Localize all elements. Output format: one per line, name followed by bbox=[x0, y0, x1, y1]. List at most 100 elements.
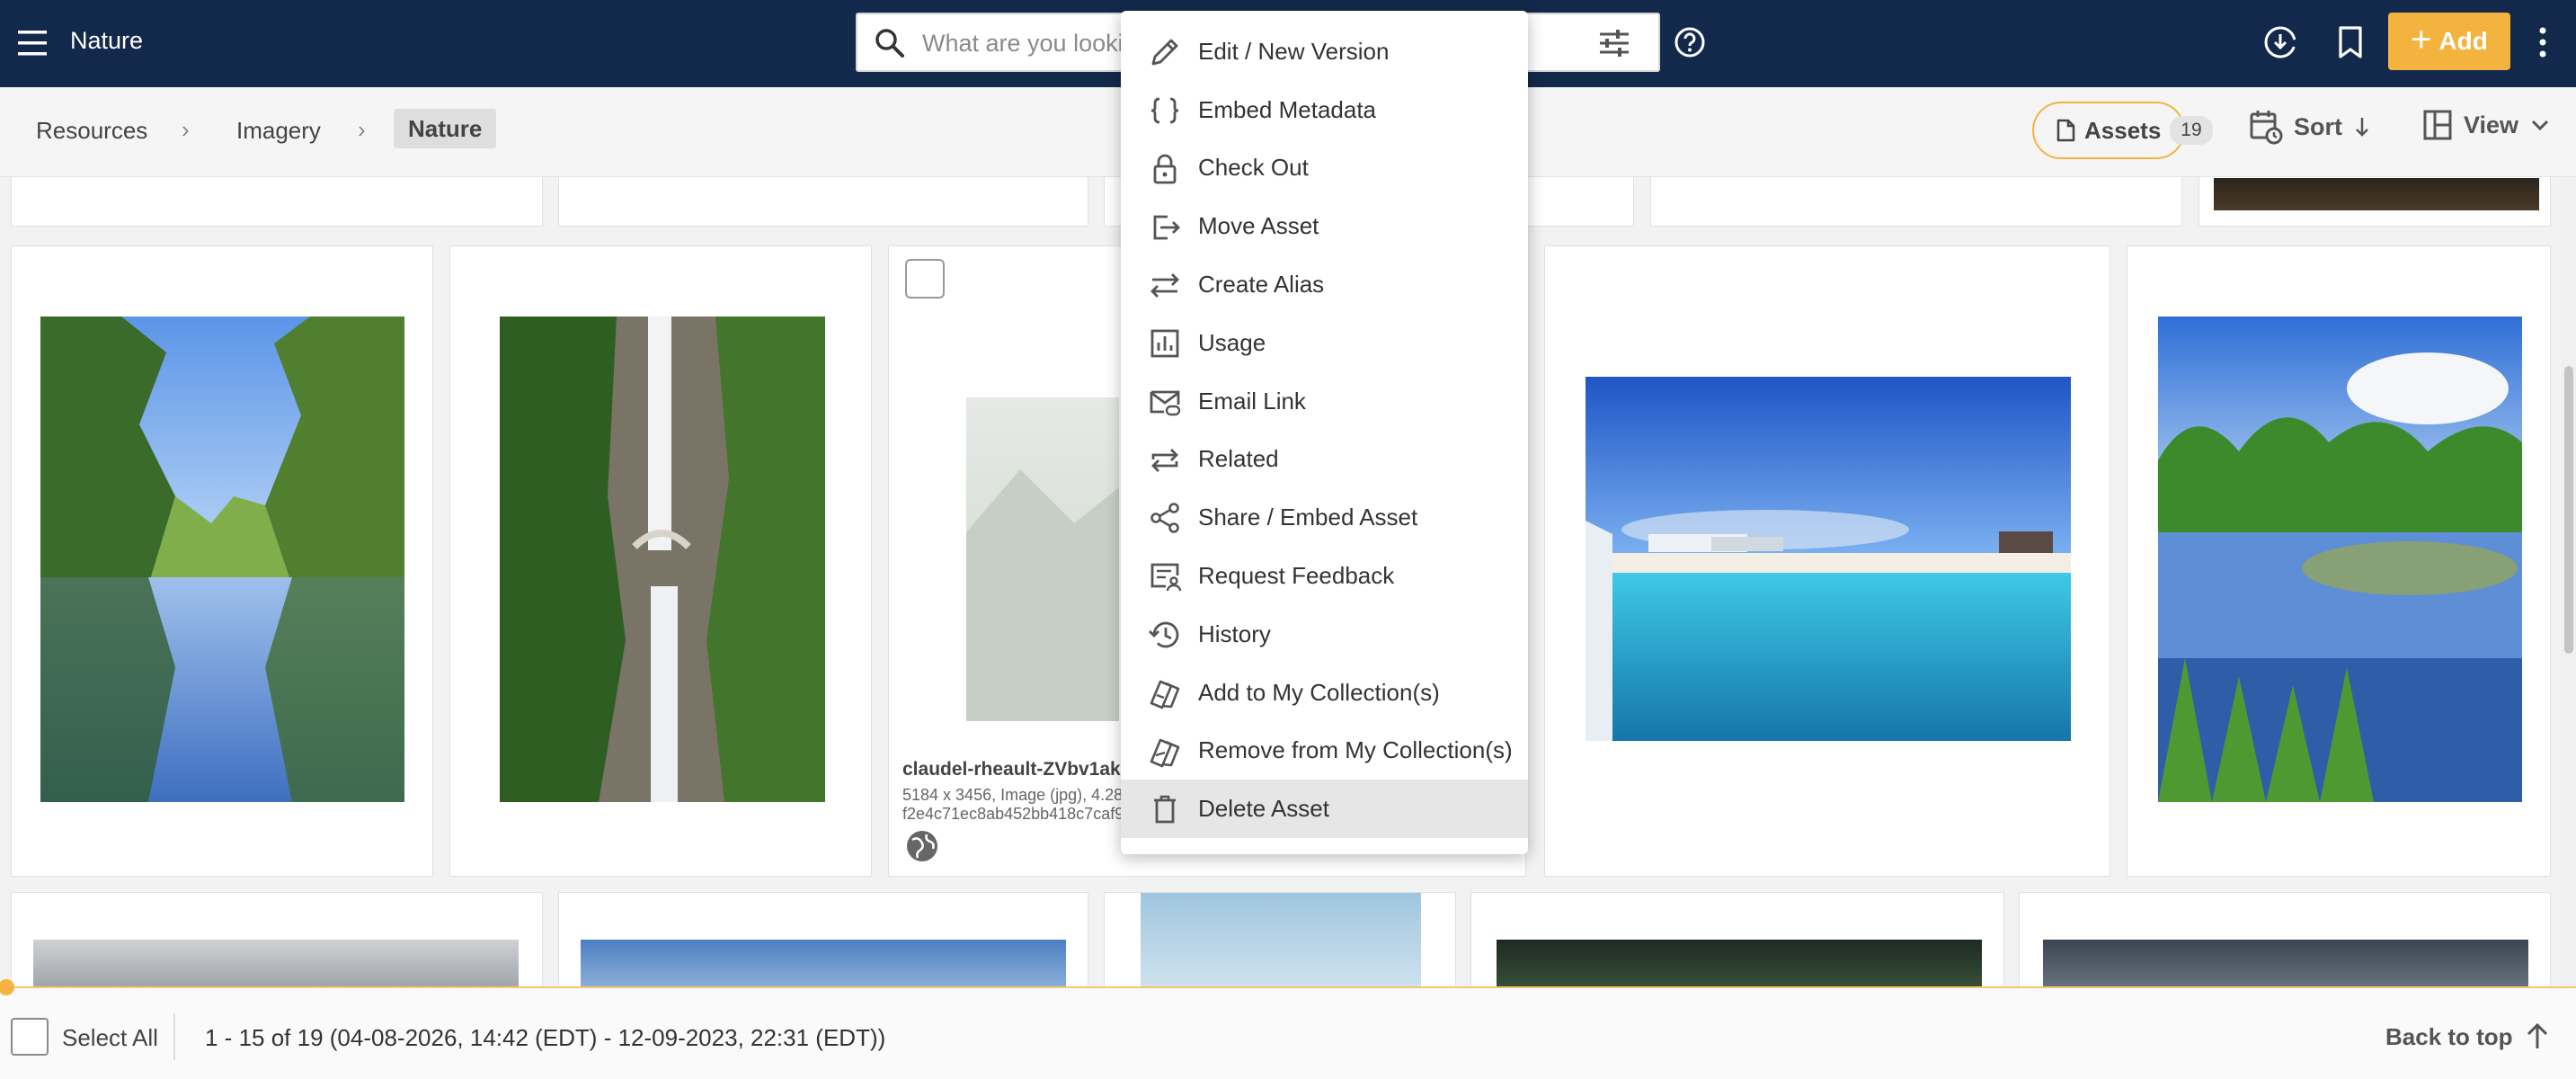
breadcrumb-current: Nature bbox=[394, 109, 497, 148]
asset-thumbnail[interactable] bbox=[581, 940, 1066, 986]
email-link-icon bbox=[1148, 385, 1182, 419]
hamburger-menu-icon[interactable] bbox=[16, 25, 50, 61]
bar-chart-icon bbox=[1148, 326, 1182, 361]
add-button[interactable]: + Add bbox=[2388, 13, 2510, 70]
feedback-icon bbox=[1148, 559, 1182, 593]
menu-item-label: Usage bbox=[1198, 328, 1266, 356]
asset-dimensions: 5184 x 3456, Image (jpg), 4.28 bbox=[902, 786, 1124, 804]
help-icon[interactable] bbox=[1672, 24, 1708, 60]
menu-item-share-embed-asset[interactable]: Share / Embed Asset bbox=[1121, 488, 1528, 547]
asset-thumbnail[interactable] bbox=[40, 317, 404, 802]
breadcrumb-resources[interactable]: Resources bbox=[36, 117, 147, 145]
asset-card[interactable] bbox=[558, 177, 1088, 227]
select-all-label[interactable]: Select All bbox=[62, 1024, 158, 1052]
assets-label: Assets bbox=[2084, 116, 2162, 144]
menu-item-check-out[interactable]: Check Out bbox=[1121, 139, 1528, 198]
asset-thumbnail[interactable] bbox=[1497, 940, 1982, 986]
pencil-icon bbox=[1148, 35, 1182, 69]
asset-card[interactable] bbox=[1544, 245, 2110, 877]
menu-item-usage[interactable]: Usage bbox=[1121, 314, 1528, 372]
asset-id: f2e4c71ec8ab452bb418c7caf9 bbox=[902, 805, 1124, 823]
globe-icon bbox=[905, 829, 939, 863]
filter-settings-icon[interactable] bbox=[1596, 27, 1632, 59]
back-to-top-label: Back to top bbox=[2385, 1022, 2513, 1050]
menu-item-remove-from-collections[interactable]: Remove from My Collection(s) bbox=[1121, 722, 1528, 780]
menu-item-label: Edit / New Version bbox=[1198, 37, 1390, 65]
menu-item-move-asset[interactable]: Move Asset bbox=[1121, 197, 1528, 255]
asset-card[interactable] bbox=[1470, 892, 2004, 986]
arrow-up-icon bbox=[2524, 1022, 2551, 1051]
grid-scrollbar[interactable] bbox=[2562, 177, 2576, 986]
assets-toggle-button[interactable]: Assets 19 bbox=[2032, 102, 2213, 159]
asset-thumbnail[interactable] bbox=[1586, 377, 2071, 741]
menu-item-label: Share / Embed Asset bbox=[1198, 504, 1418, 531]
asset-card[interactable] bbox=[11, 892, 543, 986]
result-range-text: 1 - 15 of 19 (04-08-2026, 14:42 (EDT) - … bbox=[205, 1024, 886, 1051]
asset-card[interactable] bbox=[11, 245, 433, 877]
bookmark-icon[interactable] bbox=[2334, 23, 2367, 61]
more-vertical-icon[interactable] bbox=[2536, 23, 2549, 61]
menu-item-label: Request Feedback bbox=[1198, 562, 1395, 590]
menu-item-create-alias[interactable]: Create Alias bbox=[1121, 255, 1528, 314]
asset-card[interactable] bbox=[2127, 245, 2551, 877]
asset-thumbnail[interactable] bbox=[2158, 317, 2522, 802]
view-button[interactable]: View bbox=[2422, 109, 2551, 141]
menu-item-edit-new-version[interactable]: Edit / New Version bbox=[1121, 22, 1528, 81]
menu-item-embed-metadata[interactable]: Embed Metadata bbox=[1121, 81, 1528, 139]
asset-card[interactable] bbox=[11, 177, 543, 227]
asset-card[interactable] bbox=[2198, 177, 2551, 227]
asset-card[interactable] bbox=[2019, 892, 2551, 986]
asset-card[interactable] bbox=[558, 892, 1088, 986]
menu-item-label: Related bbox=[1198, 445, 1279, 473]
calendar-sort-icon bbox=[2249, 109, 2283, 145]
menu-item-delete-asset[interactable]: Delete Asset bbox=[1121, 780, 1528, 839]
asset-card[interactable] bbox=[449, 245, 872, 877]
repeat-icon bbox=[1148, 443, 1182, 477]
asset-thumbnail[interactable] bbox=[1141, 893, 1421, 986]
asset-title[interactable]: claudel-rheault-ZVbv1ak bbox=[902, 759, 1121, 780]
file-icon bbox=[2056, 119, 2075, 142]
chevron-right-icon: › bbox=[358, 116, 366, 143]
select-all-checkbox[interactable] bbox=[11, 1018, 49, 1056]
menu-item-email-link[interactable]: Email Link bbox=[1121, 372, 1528, 431]
lock-icon bbox=[1148, 152, 1182, 186]
asset-thumbnail[interactable] bbox=[2043, 940, 2528, 986]
asset-context-menu: Edit / New Version Embed Metadata Check … bbox=[1121, 11, 1528, 854]
sort-button[interactable]: Sort bbox=[2249, 109, 2371, 145]
scrollbar-thumb[interactable] bbox=[2564, 366, 2573, 654]
menu-item-request-feedback[interactable]: Request Feedback bbox=[1121, 547, 1528, 605]
sort-label: Sort bbox=[2294, 112, 2342, 140]
share-icon bbox=[1148, 501, 1182, 535]
asset-card[interactable] bbox=[1650, 177, 2182, 227]
asset-thumbnail[interactable] bbox=[33, 940, 519, 986]
assets-count-badge: 19 bbox=[2170, 116, 2213, 145]
asset-thumbnail[interactable] bbox=[966, 397, 1119, 721]
menu-item-label: Email Link bbox=[1198, 387, 1306, 415]
footer-bar: Select All 1 - 15 of 19 (04-08-2026, 14:… bbox=[0, 979, 2576, 1079]
menu-item-history[interactable]: History bbox=[1121, 605, 1528, 664]
chevron-right-icon: › bbox=[182, 116, 190, 143]
app-title: Nature bbox=[70, 27, 144, 54]
asset-thumbnail[interactable] bbox=[2214, 178, 2539, 210]
select-checkbox[interactable] bbox=[905, 259, 945, 299]
menu-item-label: Create Alias bbox=[1198, 271, 1325, 299]
menu-item-add-to-collections[interactable]: Add to My Collection(s) bbox=[1121, 664, 1528, 722]
back-to-top-button[interactable]: Back to top bbox=[2385, 1022, 2551, 1051]
menu-item-label: Move Asset bbox=[1198, 212, 1319, 240]
view-layout-icon bbox=[2422, 109, 2453, 141]
asset-card[interactable] bbox=[1104, 892, 1456, 986]
footer-divider bbox=[173, 1013, 175, 1060]
menu-item-related[interactable]: Related bbox=[1121, 431, 1528, 489]
download-cart-icon[interactable] bbox=[2261, 23, 2299, 61]
menu-item-label: Embed Metadata bbox=[1198, 95, 1377, 123]
move-icon bbox=[1148, 210, 1182, 244]
view-label: View bbox=[2464, 111, 2519, 138]
asset-thumbnail[interactable] bbox=[500, 317, 825, 802]
progress-indicator bbox=[0, 979, 14, 995]
breadcrumb-imagery[interactable]: Imagery bbox=[236, 117, 321, 145]
add-button-label: Add bbox=[2438, 27, 2488, 55]
chevron-down-icon bbox=[2529, 116, 2551, 134]
menu-item-label: Delete Asset bbox=[1198, 795, 1329, 823]
menu-item-label: Check Out bbox=[1198, 154, 1309, 182]
swap-arrows-icon bbox=[1148, 268, 1182, 302]
